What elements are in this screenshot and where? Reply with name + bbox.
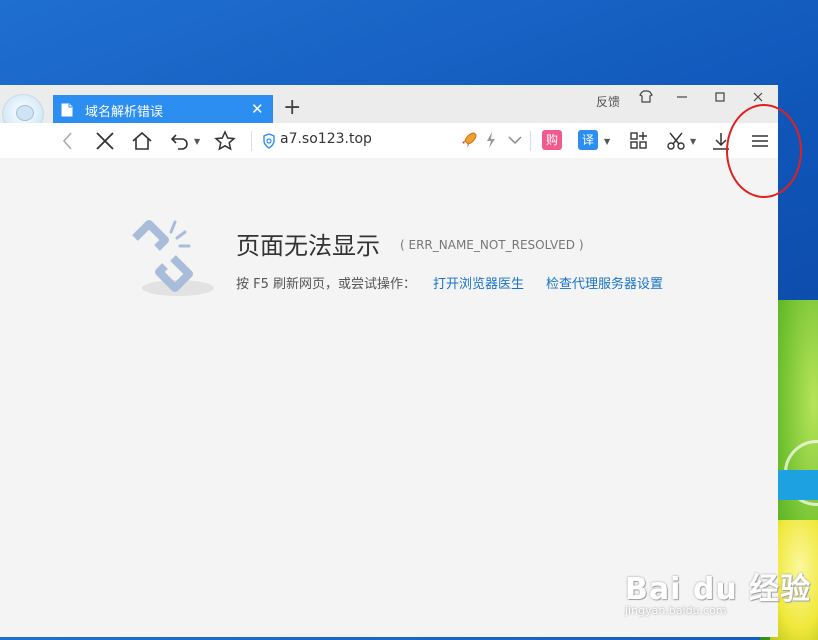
annotation-circle xyxy=(726,104,802,198)
scissors-icon[interactable] xyxy=(664,129,688,153)
chevron-down-icon[interactable] xyxy=(505,129,529,153)
undo-icon[interactable] xyxy=(168,129,192,153)
watermark-brand: Bai du 经验 xyxy=(625,572,812,607)
shopping-icon[interactable]: 购 xyxy=(542,130,562,150)
toolbar: ▼ a7.so123.top 购 译 ▼ ▼ xyxy=(0,123,778,159)
translate-icon[interactable]: 译 xyxy=(578,130,598,150)
rocket-icon[interactable] xyxy=(458,129,482,153)
toolbar-divider xyxy=(251,131,252,151)
browser-window: 域名解析错误 ✕ + 反馈 登录 xyxy=(0,85,778,637)
scissors-dropdown-icon[interactable]: ▼ xyxy=(690,137,696,146)
new-tab-button[interactable]: + xyxy=(283,97,301,119)
toolbar-divider xyxy=(530,131,531,151)
watermark-url: jingyan.baidu.com xyxy=(625,604,727,617)
skin-icon[interactable] xyxy=(632,89,660,111)
minimize-button[interactable] xyxy=(668,89,696,111)
feedback-button[interactable]: 反馈 xyxy=(596,93,620,110)
tab-title: 域名解析错误 xyxy=(85,105,164,120)
broken-link-icon xyxy=(132,220,214,296)
stop-icon[interactable] xyxy=(93,129,117,153)
address-bar[interactable]: a7.so123.top xyxy=(280,131,372,147)
grid-plus-icon[interactable] xyxy=(627,129,651,153)
error-code: ( ERR_NAME_NOT_RESOLVED ) xyxy=(400,238,584,252)
tab-active[interactable]: 域名解析错误 ✕ xyxy=(53,95,273,123)
undo-dropdown-icon[interactable]: ▼ xyxy=(194,137,200,146)
star-icon[interactable] xyxy=(213,129,237,153)
translate-dropdown-icon[interactable]: ▼ xyxy=(604,137,610,146)
bolt-icon[interactable] xyxy=(483,129,507,153)
mascot-icon xyxy=(16,105,34,121)
home-icon[interactable] xyxy=(130,129,154,153)
tab-bar: 域名解析错误 ✕ + 反馈 xyxy=(0,85,778,123)
tab-close-icon[interactable]: ✕ xyxy=(251,100,264,118)
open-browser-doctor-link[interactable]: 打开浏览器医生 xyxy=(433,273,524,292)
error-hint: 按 F5 刷新网页，或尝试操作： xyxy=(236,277,417,292)
check-proxy-settings-link[interactable]: 检查代理服务器设置 xyxy=(546,273,663,292)
security-shield-icon[interactable] xyxy=(262,133,276,153)
desktop-wallpaper-stripe xyxy=(772,470,818,500)
maximize-button[interactable] xyxy=(706,89,734,111)
error-title: 页面无法显示 xyxy=(236,232,380,260)
document-icon xyxy=(61,102,73,117)
back-icon[interactable] xyxy=(56,129,80,153)
